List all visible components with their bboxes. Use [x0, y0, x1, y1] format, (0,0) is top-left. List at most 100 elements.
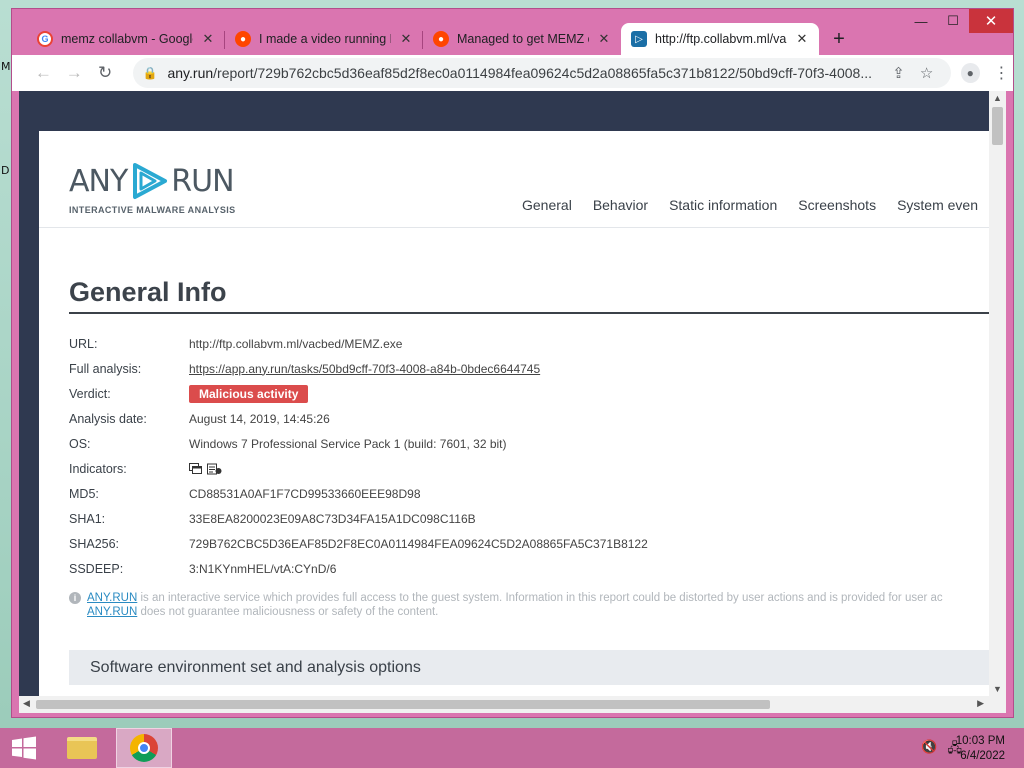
info-label: Verdict: — [69, 386, 111, 401]
indicator-icons — [189, 462, 222, 475]
disclaimer-notice: i ANY.RUN is an interactive service whic… — [69, 591, 994, 619]
info-value-os: Windows 7 Professional Service Pack 1 (b… — [189, 436, 507, 451]
info-row-sha1: SHA1: 33E8EA8200023E09A8C73D34FA15A1DC09… — [69, 506, 648, 531]
scroll-thumb[interactable] — [36, 700, 770, 709]
info-label: SHA256: — [69, 536, 120, 551]
scroll-thumb[interactable] — [992, 107, 1003, 145]
report-card: ANY RUN INTERACTIVE MALWARE ANALYSIS Gen… — [39, 131, 994, 696]
volume-muted-icon[interactable]: 🔇 — [921, 739, 937, 761]
taskbar: 🔇 🖧 10:03 PM 6/4/2022 — [0, 728, 1024, 768]
logo-text-run: RUN — [171, 163, 234, 199]
software-environment-section[interactable]: Software environment set and analysis op… — [69, 650, 994, 685]
url-text[interactable]: any.run/report/729b762cbc5d36eaf85d2f8ec… — [167, 65, 884, 81]
nav-general[interactable]: General — [522, 197, 572, 213]
nav-behavior[interactable]: Behavior — [593, 197, 648, 213]
chrome-taskbar-button[interactable] — [116, 728, 172, 768]
scroll-right-icon[interactable]: ▶ — [977, 698, 984, 709]
info-row-md5: MD5: CD88531A0AF1F7CD99533660EEE98D98 — [69, 481, 648, 506]
tab-close-icon[interactable]: ✕ — [795, 31, 809, 47]
google-icon: G — [37, 31, 53, 47]
info-value-sha1: 33E8EA8200023E09A8C73D34FA15A1DC098C116B — [189, 511, 476, 526]
logo-subtitle: INTERACTIVE MALWARE ANALYSIS — [69, 205, 236, 215]
nav-screenshots[interactable]: Screenshots — [798, 197, 876, 213]
tab-reddit-video[interactable]: ● I made a video running M ✕ — [225, 23, 423, 55]
tab-strip: G memz collabvm - Google ✕ ● I made a vi… — [27, 21, 853, 55]
clock[interactable]: 10:03 PM 6/4/2022 — [956, 734, 1005, 764]
logo-text-any: ANY — [69, 163, 128, 199]
scroll-up-icon[interactable]: ▲ — [989, 91, 1006, 105]
full-analysis-link[interactable]: https://app.any.run/tasks/50bd9cff-70f3-… — [189, 362, 540, 376]
anyrun-link[interactable]: ANY.RUN — [87, 592, 137, 604]
info-label: OS: — [69, 436, 91, 451]
registry-icon[interactable] — [207, 463, 222, 475]
report-nav: General Behavior Static information Scre… — [522, 197, 978, 213]
chrome-menu-icon[interactable]: ⋮ — [990, 63, 1013, 83]
anyrun-link[interactable]: ANY.RUN — [87, 606, 137, 618]
tab-close-icon[interactable]: ✕ — [597, 31, 611, 47]
title-divider — [69, 312, 994, 314]
play-triangle-icon — [133, 163, 168, 199]
tab-close-icon[interactable]: ✕ — [399, 31, 413, 47]
page-viewport: ANY RUN INTERACTIVE MALWARE ANALYSIS Gen… — [19, 91, 1006, 713]
info-row-full-analysis: Full analysis: https://app.any.run/tasks… — [69, 356, 648, 381]
anyrun-logo[interactable]: ANY RUN INTERACTIVE MALWARE ANALYSIS — [69, 161, 236, 215]
window-icon[interactable] — [189, 462, 203, 475]
minimize-button[interactable]: — — [905, 9, 937, 33]
desktop-text-fragment: D — [1, 164, 10, 177]
info-value-date: August 14, 2019, 14:45:26 — [189, 411, 330, 426]
bookmark-star-icon[interactable]: ☆ — [913, 64, 941, 82]
tab-reddit-memz[interactable]: ● Managed to get MEMZ o ✕ — [423, 23, 621, 55]
address-bar[interactable]: 🔒 any.run/report/729b762cbc5d36eaf85d2f8… — [132, 58, 951, 88]
start-button[interactable] — [0, 728, 48, 768]
window-controls: — ☐ ✕ — [905, 9, 1013, 35]
close-window-button[interactable]: ✕ — [969, 9, 1013, 33]
info-row-url: URL: http://ftp.collabvm.ml/vacbed/MEMZ.… — [69, 331, 648, 356]
new-tab-button[interactable]: + — [825, 25, 853, 53]
header-divider — [39, 227, 994, 228]
info-label: SHA1: — [69, 511, 106, 526]
info-row-indicators: Indicators: — [69, 456, 648, 481]
clock-date: 6/4/2022 — [960, 750, 1005, 762]
info-value-md5: CD88531A0AF1F7CD99533660EEE98D98 — [189, 486, 421, 501]
folder-icon — [67, 737, 97, 759]
desktop-text-fragment: M — [1, 60, 11, 73]
vertical-scrollbar[interactable]: ▲ ▼ — [989, 91, 1006, 696]
windows-logo-icon — [12, 736, 36, 760]
tab-title: I made a video running M — [259, 32, 391, 46]
info-row-analysis-date: Analysis date: August 14, 2019, 14:45:26 — [69, 406, 648, 431]
tab-title: Managed to get MEMZ o — [457, 32, 589, 46]
general-info-table: URL: http://ftp.collabvm.ml/vacbed/MEMZ.… — [69, 331, 648, 581]
info-row-sha256: SHA256: 729B762CBC5D36EAF85D2F8EC0A01149… — [69, 531, 648, 556]
url-host: any.run — [167, 65, 214, 81]
share-icon[interactable]: ⇪ — [885, 64, 913, 82]
tab-close-icon[interactable]: ✕ — [201, 31, 215, 47]
info-label: Full analysis: — [69, 361, 142, 376]
anyrun-icon: ▷ — [631, 31, 647, 47]
forward-button[interactable]: → — [59, 59, 90, 87]
info-label: MD5: — [69, 486, 99, 501]
info-row-os: OS: Windows 7 Professional Service Pack … — [69, 431, 648, 456]
clock-time: 10:03 PM — [955, 735, 1005, 747]
reddit-icon: ● — [235, 31, 251, 47]
browser-toolbar: ← → ↻ 🔒 any.run/report/729b762cbc5d36eaf… — [12, 55, 1013, 91]
info-value-ssdeep: 3:N1KYnmHEL/vtA:CYnD/6 — [189, 561, 337, 576]
scroll-left-icon[interactable]: ◀ — [23, 698, 30, 709]
notice-text: does not guarantee maliciousness or safe… — [137, 606, 439, 618]
url-path: /report/729b762cbc5d36eaf85d2f8ec0a01149… — [213, 65, 872, 81]
horizontal-scrollbar[interactable]: ◀ ▶ — [19, 696, 1006, 713]
tab-google-search[interactable]: G memz collabvm - Google ✕ — [27, 23, 225, 55]
file-explorer-taskbar-button[interactable] — [57, 728, 107, 768]
reddit-icon: ● — [433, 31, 449, 47]
info-row-ssdeep: SSDEEP: 3:N1KYnmHEL/vtA:CYnD/6 — [69, 556, 648, 581]
nav-static-information[interactable]: Static information — [669, 197, 777, 213]
profile-avatar-icon[interactable]: ● — [960, 63, 980, 83]
info-value-url: http://ftp.collabvm.ml/vacbed/MEMZ.exe — [189, 336, 403, 351]
nav-system-events[interactable]: System even — [897, 197, 978, 213]
tab-anyrun-report[interactable]: ▷ http://ftp.collabvm.ml/va ✕ — [621, 23, 819, 55]
scroll-down-icon[interactable]: ▼ — [989, 682, 1006, 696]
maximize-button[interactable]: ☐ — [937, 9, 969, 33]
reload-button[interactable]: ↻ — [90, 59, 121, 87]
lock-icon[interactable]: 🔒 — [143, 66, 158, 80]
back-button[interactable]: ← — [28, 59, 59, 87]
browser-window: — ☐ ✕ G memz collabvm - Google ✕ ● I mad… — [11, 8, 1014, 718]
